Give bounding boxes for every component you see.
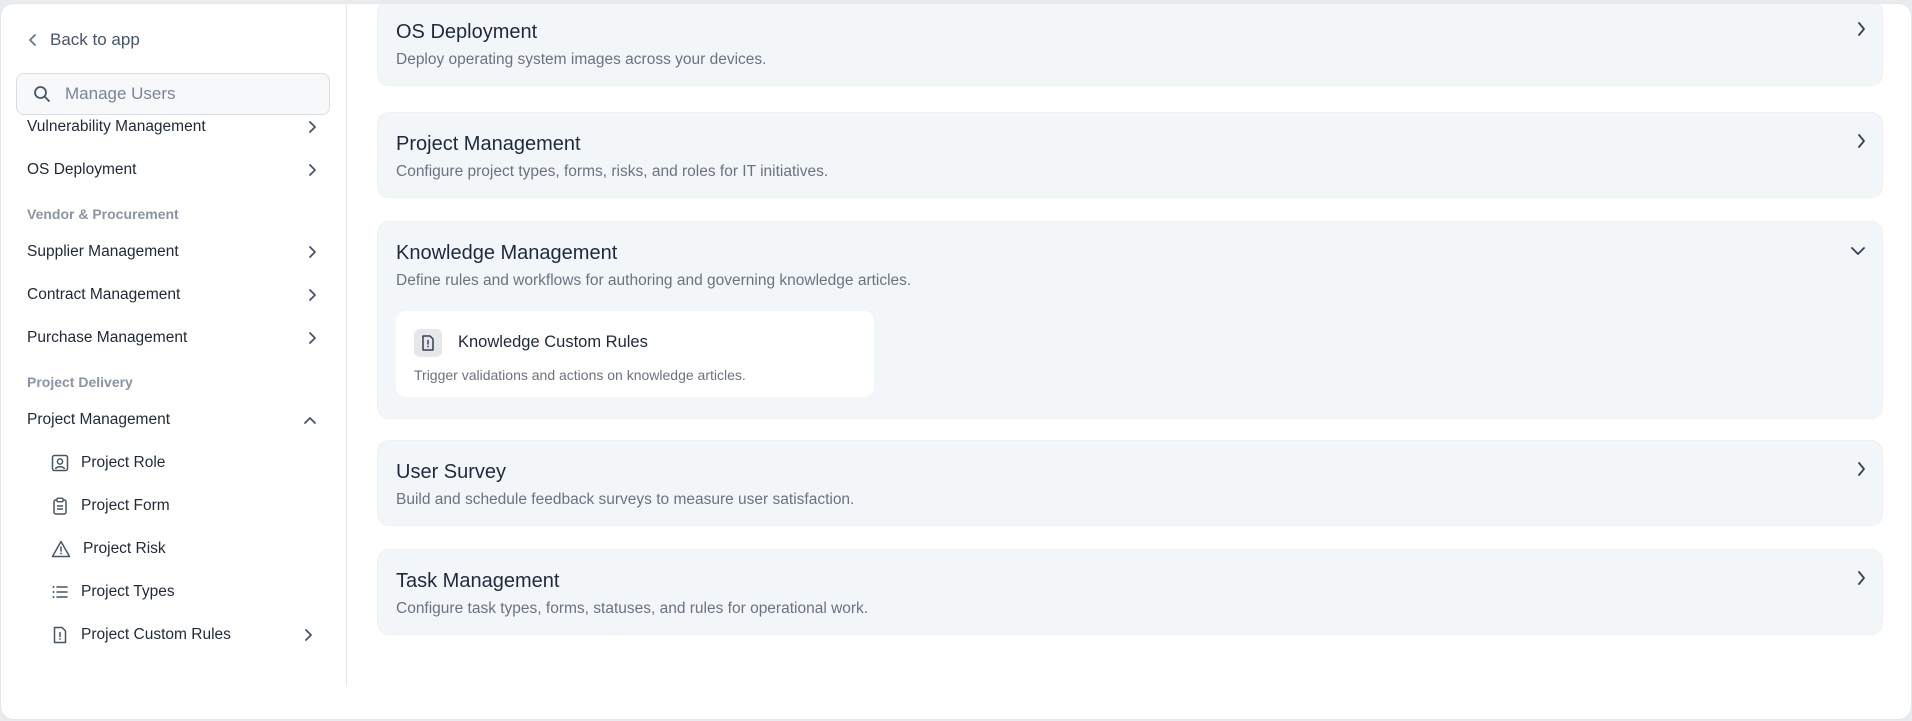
- section-label-vendor-procurement: Vendor & Procurement: [27, 206, 179, 222]
- chevron-right-icon[interactable]: [1856, 133, 1866, 149]
- subcard-description: Trigger validations and actions on knowl…: [414, 367, 746, 383]
- sidebar-item-contract-management[interactable]: Contract Management: [27, 280, 319, 310]
- list-icon: [51, 583, 69, 601]
- chevron-up-icon: [303, 415, 317, 425]
- sidebar-item-label: Supplier Management: [27, 243, 179, 260]
- card-user-survey[interactable]: User Survey Build and schedule feedback …: [377, 440, 1883, 526]
- sidebar-item-label: Contract Management: [27, 286, 181, 303]
- sidebar-item-supplier-management[interactable]: Supplier Management: [27, 237, 319, 267]
- chevron-left-icon: [28, 33, 38, 47]
- sidebar-item-os-deployment[interactable]: OS Deployment: [27, 155, 319, 185]
- chevron-right-icon[interactable]: [1856, 21, 1866, 37]
- sidebar-item-vulnerability-management[interactable]: Vulnerability Management: [27, 112, 319, 142]
- app-window: Back to app Vulnerability Management OS …: [0, 3, 1912, 720]
- card-description: Build and schedule feedback surveys to m…: [396, 491, 855, 508]
- chevron-right-icon: [307, 331, 317, 345]
- card-description: Configure project types, forms, risks, a…: [396, 163, 829, 180]
- card-description: Deploy operating system images across yo…: [396, 51, 767, 68]
- chevron-right-icon: [307, 163, 317, 177]
- chevron-right-icon: [307, 245, 317, 259]
- sidebar-item-purchase-management[interactable]: Purchase Management: [27, 323, 319, 353]
- chevron-right-icon: [307, 288, 317, 302]
- chevron-right-icon[interactable]: [1856, 570, 1866, 586]
- card-os-deployment[interactable]: OS Deployment Deploy operating system im…: [377, 4, 1883, 86]
- back-to-app-label: Back to app: [50, 30, 140, 49]
- search-input[interactable]: [63, 83, 317, 105]
- sidebar-item-label: Project Management: [27, 411, 171, 428]
- chevron-right-icon: [307, 120, 317, 134]
- card-project-management[interactable]: Project Management Configure project typ…: [377, 112, 1883, 198]
- sidebar: Back to app Vulnerability Management OS …: [1, 4, 347, 686]
- sidebar-item-label: Vulnerability Management: [27, 118, 206, 135]
- file-alert-icon: [51, 626, 69, 644]
- search-box: [16, 73, 330, 115]
- card-knowledge-management: Knowledge Management Define rules and wo…: [377, 221, 1883, 419]
- sidebar-subitem-project-risk[interactable]: Project Risk: [51, 534, 313, 564]
- search-icon: [33, 85, 51, 103]
- sidebar-subitem-label: Project Custom Rules: [81, 626, 231, 643]
- sidebar-item-label: OS Deployment: [27, 161, 137, 178]
- chevron-right-icon[interactable]: [1856, 461, 1866, 477]
- user-square-icon: [51, 454, 69, 472]
- card-title: OS Deployment: [396, 21, 538, 43]
- sidebar-item-project-management[interactable]: Project Management: [27, 405, 319, 435]
- back-to-app-link[interactable]: Back to app: [28, 26, 140, 54]
- sidebar-item-label: Purchase Management: [27, 329, 188, 346]
- clipboard-icon: [51, 497, 69, 515]
- sidebar-subitem-label: Project Role: [81, 454, 166, 471]
- sidebar-subitem-project-form[interactable]: Project Form: [51, 491, 313, 521]
- chevron-down-icon[interactable]: [1850, 246, 1866, 256]
- sidebar-subitem-label: Project Risk: [83, 540, 166, 557]
- warning-icon: [51, 540, 71, 558]
- chevron-right-icon: [303, 628, 313, 642]
- file-alert-icon: [414, 329, 442, 357]
- sidebar-subitem-label: Project Form: [81, 497, 170, 514]
- sidebar-subitem-label: Project Types: [81, 583, 175, 600]
- sidebar-subitem-project-types[interactable]: Project Types: [51, 577, 313, 607]
- card-task-management[interactable]: Task Management Configure task types, fo…: [377, 549, 1883, 635]
- sidebar-subitem-project-custom-rules[interactable]: Project Custom Rules: [51, 620, 313, 650]
- card-title: Task Management: [396, 570, 560, 592]
- card-title: User Survey: [396, 461, 507, 483]
- card-title: Knowledge Management: [396, 242, 618, 264]
- card-description: Define rules and workflows for authoring…: [396, 272, 912, 289]
- subcard-title: Knowledge Custom Rules: [458, 333, 648, 351]
- subcard-knowledge-custom-rules[interactable]: Knowledge Custom Rules Trigger validatio…: [396, 311, 874, 397]
- section-label-project-delivery: Project Delivery: [27, 374, 133, 390]
- card-description: Configure task types, forms, statuses, a…: [396, 600, 869, 617]
- card-title: Project Management: [396, 133, 581, 155]
- sidebar-subitem-project-role[interactable]: Project Role: [51, 448, 313, 478]
